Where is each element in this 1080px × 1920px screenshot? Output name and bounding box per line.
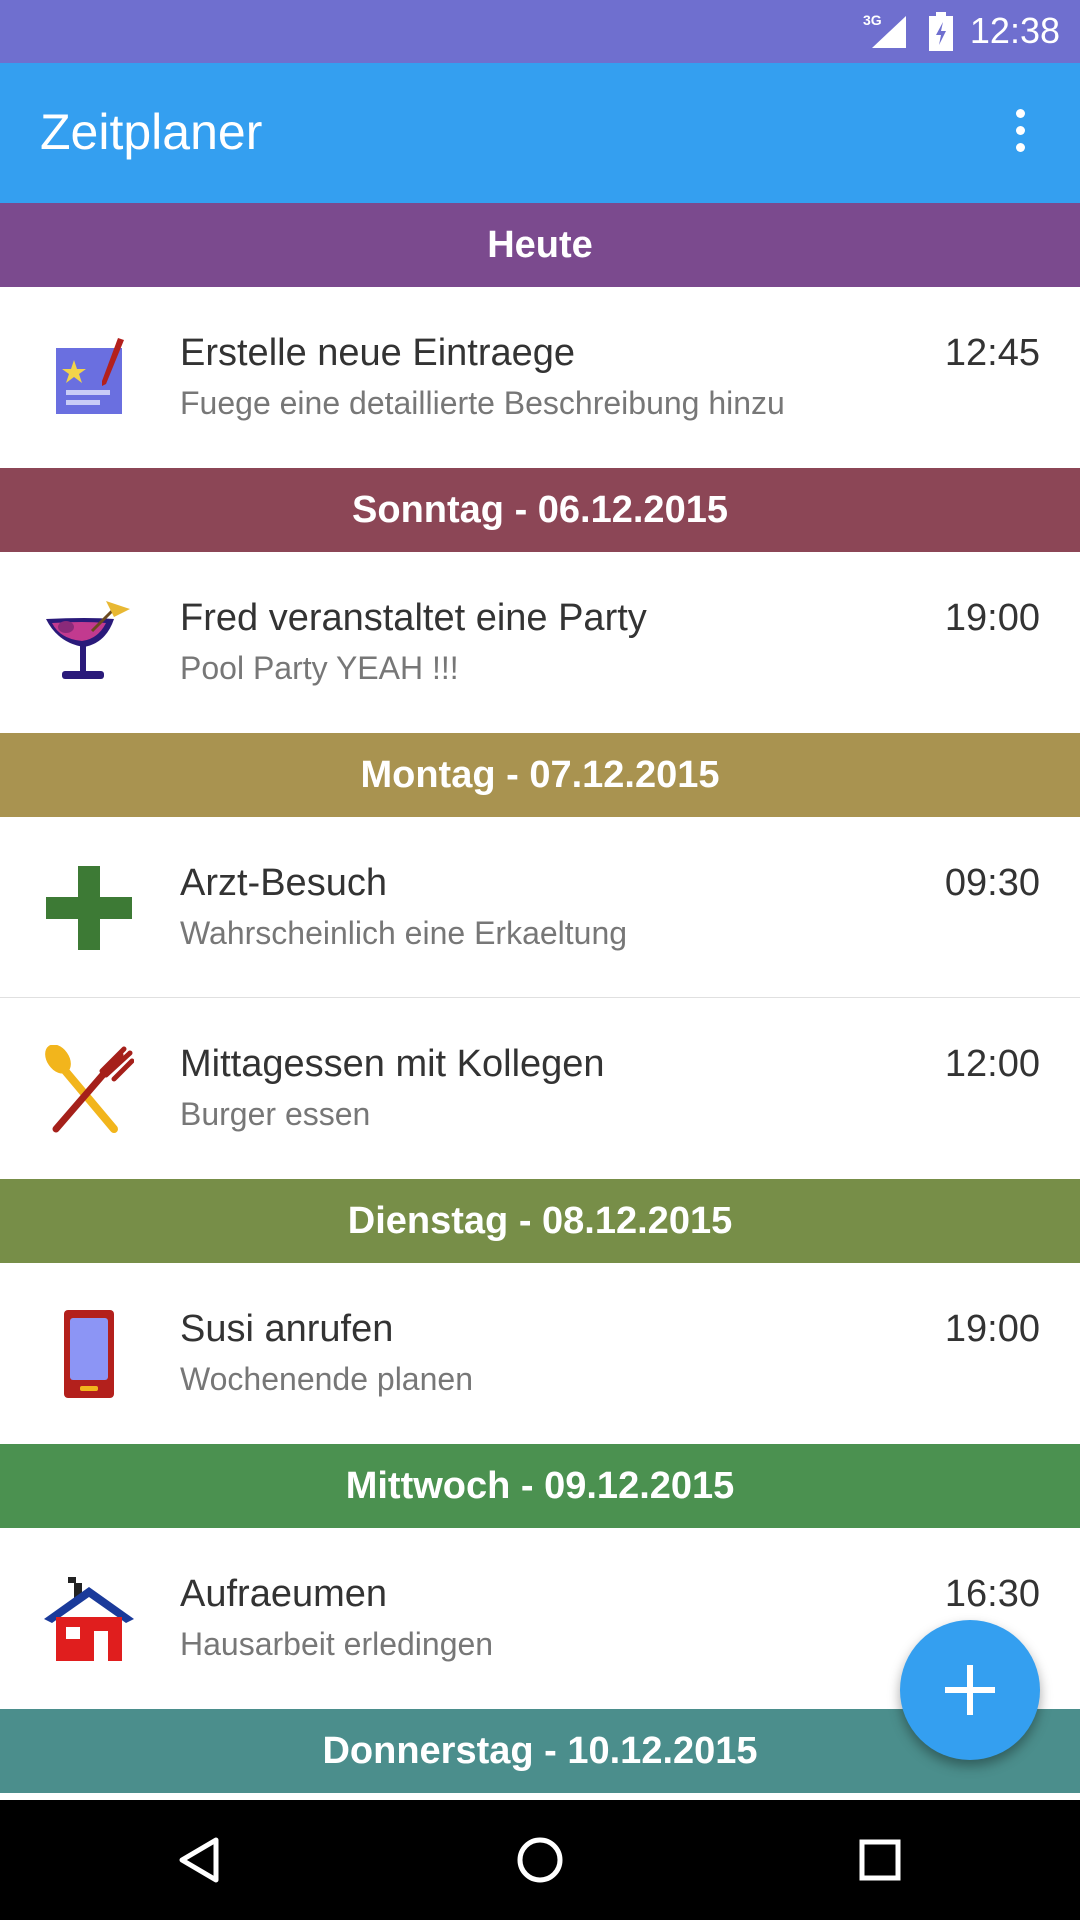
status-bar: 3G 12:38 [0,0,1080,63]
list-item[interactable]: Fred veranstaltet eine Party Pool Party … [0,552,1080,733]
list-item[interactable]: Arzt-Besuch Wahrscheinlich eine Erkaeltu… [0,817,1080,998]
app-title: Zeitplaner [40,104,263,160]
list-item[interactable]: Mittagessen mit Kollegen Burger essen 12… [0,998,1080,1179]
day-header-wednesday: Mittwoch - 09.12.2015 [0,1444,1080,1528]
back-icon[interactable] [176,1836,222,1884]
cutlery-icon [45,1045,134,1133]
day-header-tuesday: Dienstag - 08.12.2015 [0,1179,1080,1263]
house-icon [44,1577,134,1661]
item-title: Erstelle neue Eintraege [180,332,576,374]
phone-icon [64,1310,114,1398]
battery-icon [929,12,953,51]
navigation-bar [0,1800,1080,1920]
item-subtitle: Pool Party YEAH !!! [180,650,459,686]
add-entry-button[interactable] [900,1620,1040,1760]
list-item[interactable]: Erstelle neue Eintraege Fuege eine detai… [0,287,1080,468]
home-icon[interactable] [516,1836,564,1884]
item-subtitle: Fuege eine detaillierte Beschreibung hin… [180,385,785,421]
item-title: Susi anrufen [180,1308,394,1350]
more-vertical-icon[interactable] [1000,109,1040,153]
item-time: 09:30 [944,862,1040,904]
list-item[interactable]: Susi anrufen Wochenende planen 19:00 [0,1263,1080,1444]
clock: 12:38 [969,10,1060,51]
item-time: 12:45 [944,332,1040,374]
item-time: 19:00 [944,597,1040,639]
item-subtitle: Burger essen [180,1096,371,1132]
notepad-icon [56,338,124,414]
signal-icon [872,16,906,48]
item-subtitle: Hausarbeit erledingen [180,1626,494,1662]
medical-cross-icon [46,866,132,950]
agenda-list: Heute Erstelle neue Eintraege Fuege eine… [0,203,1080,1793]
item-title: Aufraeumen [180,1573,388,1615]
item-subtitle: Wochenende planen [180,1361,473,1397]
recents-icon[interactable] [858,1838,902,1882]
item-title: Mittagessen mit Kollegen [180,1043,605,1085]
cocktail-icon [46,601,130,679]
item-time: 12:00 [944,1043,1040,1085]
item-subtitle: Wahrscheinlich eine Erkaeltung [180,915,628,951]
item-title: Fred veranstaltet eine Party [180,597,647,639]
day-header-monday: Montag - 07.12.2015 [0,733,1080,817]
day-header-sunday: Sonntag - 06.12.2015 [0,468,1080,552]
item-time: 19:00 [944,1308,1040,1350]
app-bar: Zeitplaner [0,63,1080,203]
day-header-today: Heute [0,203,1080,287]
item-time: 16:30 [944,1573,1040,1615]
item-title: Arzt-Besuch [180,862,387,904]
